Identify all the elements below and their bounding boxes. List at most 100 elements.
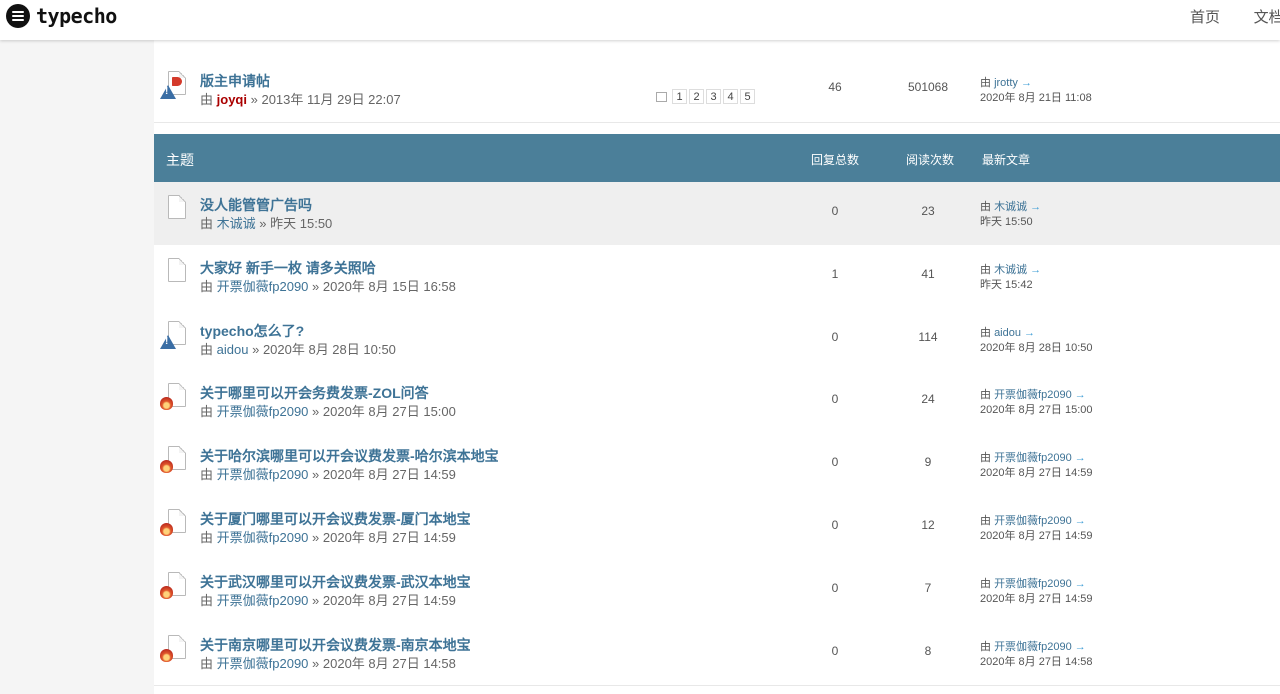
last-author-link[interactable]: 开票伽薇fp2090 xyxy=(994,515,1072,527)
reply-count: 0 xyxy=(831,581,839,595)
topic-title-link[interactable]: 大家好 新手一枚 请多关照哈 xyxy=(200,258,376,278)
page-link[interactable]: 3 xyxy=(706,89,721,104)
page-link[interactable]: 5 xyxy=(740,89,755,104)
last-author-link[interactable]: 开票伽薇fp2090 xyxy=(994,452,1072,464)
pagination: 1 2 3 4 5 xyxy=(656,89,757,104)
by-prefix: 由 xyxy=(980,515,991,527)
separator: » xyxy=(312,467,320,482)
topic-author-link[interactable]: 开票伽薇fp2090 xyxy=(217,530,309,545)
last-post: 由 木诚诚 → 昨天 15:42 xyxy=(980,263,1041,293)
topic-author-link[interactable]: 开票伽薇fp2090 xyxy=(217,279,309,294)
topic-icon xyxy=(166,195,188,223)
topic-title-link[interactable]: 关于南京哪里可以开会议费发票-南京本地宝 xyxy=(200,635,471,655)
last-post-date: 2020年 8月 21日 11:08 xyxy=(980,92,1092,104)
topic-meta: 由 木诚诚 » 昨天 15:50 xyxy=(200,213,332,232)
by-prefix: 由 xyxy=(200,404,214,419)
by-prefix: 由 xyxy=(200,279,214,294)
view-count: 12 xyxy=(921,518,935,532)
by-prefix: 由 xyxy=(980,641,991,653)
by-prefix: 由 xyxy=(980,77,991,89)
topic-author-link[interactable]: 开票伽薇fp2090 xyxy=(217,593,309,608)
separator: » xyxy=(312,530,320,545)
hot-topic-icon xyxy=(160,397,173,410)
by-prefix: 由 xyxy=(200,656,214,671)
page-link[interactable]: 4 xyxy=(723,89,738,104)
last-author-link[interactable]: 开票伽薇fp2090 xyxy=(994,389,1072,401)
topic-row: 关于厦门哪里可以开会议费发票-厦门本地宝由 开票伽薇fp2090 » 2020年… xyxy=(154,496,1280,560)
topic-date: 2013年 11月 29日 22:07 xyxy=(261,92,401,107)
topic-author-link[interactable]: joyqi xyxy=(217,92,247,107)
separator: » xyxy=(312,656,320,671)
last-post-date: 2020年 8月 27日 14:59 xyxy=(980,593,1093,605)
page-link[interactable]: 2 xyxy=(689,89,704,104)
last-post-date: 2020年 8月 27日 15:00 xyxy=(980,404,1093,416)
nav-docs[interactable]: 文档 xyxy=(1254,6,1280,27)
topic-author-link[interactable]: 开票伽薇fp2090 xyxy=(217,656,309,671)
last-author-link[interactable]: 开票伽薇fp2090 xyxy=(994,641,1072,653)
reply-count: 46 xyxy=(828,80,842,94)
by-prefix: 由 xyxy=(200,467,214,482)
goto-last-post-icon[interactable]: → xyxy=(1075,389,1086,401)
topic-row: 关于武汉哪里可以开会议费发票-武汉本地宝由 开票伽薇fp2090 » 2020年… xyxy=(154,559,1280,623)
topic-title-link[interactable]: 关于哪里可以开会务费发票-ZOL问答 xyxy=(200,383,429,403)
goto-last-post-icon[interactable]: → xyxy=(1075,515,1086,527)
by-prefix: 由 xyxy=(980,327,991,339)
last-author-link[interactable]: jrotty xyxy=(994,77,1018,89)
topic-title-link[interactable]: typecho怎么了? xyxy=(200,321,304,341)
topic-author-link[interactable]: aidou xyxy=(217,342,249,357)
last-author-link[interactable]: 开票伽薇fp2090 xyxy=(994,578,1072,590)
topic-meta: 由 开票伽薇fp2090 » 2020年 8月 27日 14:58 xyxy=(200,653,456,672)
view-count: 501068 xyxy=(907,80,949,94)
topic-title-link[interactable]: 关于厦门哪里可以开会议费发票-厦门本地宝 xyxy=(200,509,471,529)
hot-topic-icon xyxy=(160,460,173,473)
last-post: 由 木诚诚 → 昨天 15:50 xyxy=(980,200,1041,230)
separator: » xyxy=(252,342,260,357)
by-prefix: 由 xyxy=(200,342,214,357)
goto-last-post-icon[interactable]: → xyxy=(1021,77,1032,89)
last-post-date: 昨天 15:42 xyxy=(980,279,1033,291)
header-last-post: 最新文章 xyxy=(982,153,1031,167)
goto-last-post-icon[interactable]: → xyxy=(1024,327,1035,339)
topic-meta: 由 开票伽薇fp2090 » 2020年 8月 15日 16:58 xyxy=(200,276,456,295)
view-count: 8 xyxy=(924,644,932,658)
hot-topic-icon xyxy=(160,649,173,662)
goto-last-post-icon[interactable]: → xyxy=(1030,264,1041,276)
goto-last-post-icon[interactable]: → xyxy=(1075,578,1086,590)
topic-title-link[interactable]: 关于哈尔滨哪里可以开会议费发票-哈尔滨本地宝 xyxy=(200,446,499,466)
page-link[interactable]: 1 xyxy=(672,89,687,104)
brand-name: typecho xyxy=(36,4,117,28)
header-topic: 主题 xyxy=(166,152,194,168)
topic-author-link[interactable]: 开票伽薇fp2090 xyxy=(217,467,309,482)
topic-author-link[interactable]: 开票伽薇fp2090 xyxy=(217,404,309,419)
topic-icon xyxy=(160,635,188,663)
last-post: 由 aidou → 2020年 8月 28日 10:50 xyxy=(980,326,1093,356)
announcement-topic-icon xyxy=(160,71,188,99)
by-prefix: 由 xyxy=(980,201,991,213)
topic-title-link[interactable]: 没人能管管广告吗 xyxy=(200,195,312,215)
topic-date: 2020年 8月 28日 10:50 xyxy=(262,342,396,357)
topic-row: typecho怎么了?由 aidou » 2020年 8月 28日 10:500… xyxy=(154,308,1280,372)
goto-last-post-icon[interactable]: → xyxy=(1030,201,1041,213)
topic-title-link[interactable]: 关于武汉哪里可以开会议费发票-武汉本地宝 xyxy=(200,572,471,592)
topic-title-link[interactable]: 版主申请帖 xyxy=(200,71,270,91)
last-author-link[interactable]: 木诚诚 xyxy=(994,201,1027,213)
header-views: 阅读次数 xyxy=(906,153,955,167)
top-nav: 首页 文档 xyxy=(1190,6,1280,27)
goto-last-post-icon[interactable]: → xyxy=(1075,452,1086,464)
logo[interactable]: typecho xyxy=(6,3,117,29)
reply-count: 0 xyxy=(831,455,839,469)
hot-topic-icon xyxy=(160,586,173,599)
separator: » xyxy=(250,92,258,107)
topic-date: 2020年 8月 27日 14:59 xyxy=(322,593,456,608)
last-author-link[interactable]: 木诚诚 xyxy=(994,264,1027,276)
nav-home[interactable]: 首页 xyxy=(1190,6,1220,27)
goto-last-post-icon[interactable]: → xyxy=(1075,641,1086,653)
separator: » xyxy=(312,404,320,419)
topic-meta: 由 joyqi » 2013年 11月 29日 22:07 xyxy=(200,89,401,108)
topic-meta: 由 开票伽薇fp2090 » 2020年 8月 27日 14:59 xyxy=(200,464,456,483)
last-post: 由 开票伽薇fp2090 → 2020年 8月 27日 15:00 xyxy=(980,388,1093,418)
topic-author-link[interactable]: 木诚诚 xyxy=(217,216,256,231)
topic-icon xyxy=(166,258,188,286)
last-author-link[interactable]: aidou xyxy=(994,327,1021,339)
topic-row: 没人能管管广告吗由 木诚诚 » 昨天 15:50 0 23 由 木诚诚 → 昨天 15:… xyxy=(154,182,1280,246)
